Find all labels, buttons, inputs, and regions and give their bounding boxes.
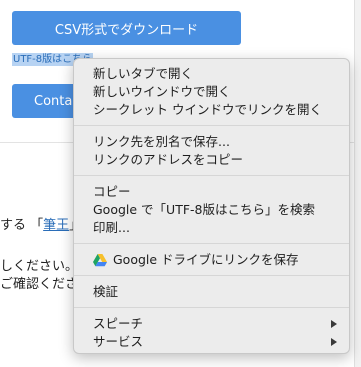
menu-print-label: 印刷...: [93, 220, 130, 235]
body-line-2: しください。: [0, 259, 79, 274]
context-menu: 新しいタブで開く 新しいウインドウで開く シークレット ウインドウでリンクを開く…: [73, 58, 350, 354]
submenu-arrow-icon: [331, 320, 337, 328]
submenu-arrow-icon: [331, 338, 337, 346]
body-line-1-prefix: する 「: [0, 218, 44, 233]
menu-save-link-as-label: リンク先を別名で保存...: [93, 134, 230, 149]
menu-copy[interactable]: コピー: [74, 183, 349, 201]
menu-open-new-tab-label: 新しいタブで開く: [93, 66, 194, 81]
menu-copy-link-address[interactable]: リンクのアドレスをコピー: [74, 151, 349, 169]
menu-save-to-drive-label: Google ドライブにリンクを保存: [113, 252, 299, 267]
menu-open-new-window-label: 新しいウインドウで開く: [93, 84, 231, 99]
menu-separator: [74, 125, 349, 126]
menu-open-new-window[interactable]: 新しいウインドウで開く: [74, 83, 349, 101]
menu-open-new-tab[interactable]: 新しいタブで開く: [74, 65, 349, 83]
menu-open-incognito-label: シークレット ウインドウでリンクを開く: [93, 102, 322, 117]
menu-inspect-label: 検証: [93, 284, 119, 299]
body-line-1: する 「筆王」: [0, 214, 82, 233]
menu-separator: [74, 307, 349, 308]
csv-download-button[interactable]: CSV形式でダウンロード: [12, 11, 241, 45]
menu-services-label: サービス: [93, 334, 144, 349]
scrollbar-track[interactable]: [354, 0, 361, 367]
fudeoh-link[interactable]: 筆王: [43, 218, 69, 233]
menu-speech[interactable]: スピーチ: [74, 315, 349, 333]
menu-open-incognito[interactable]: シークレット ウインドウでリンクを開く: [74, 101, 349, 119]
menu-print[interactable]: 印刷...: [74, 219, 349, 237]
menu-search-google-label: Google で「UTF-8版はこちら」を検索: [93, 202, 315, 217]
body-line-3: ご確認くださ: [0, 277, 79, 292]
menu-services[interactable]: サービス: [74, 333, 349, 351]
menu-copy-link-address-label: リンクのアドレスをコピー: [93, 152, 244, 167]
menu-speech-label: スピーチ: [93, 316, 144, 331]
menu-search-google[interactable]: Google で「UTF-8版はこちら」を検索: [74, 201, 349, 219]
menu-copy-label: コピー: [93, 184, 131, 199]
menu-separator: [74, 243, 349, 244]
menu-save-to-drive[interactable]: Google ドライブにリンクを保存: [74, 251, 349, 269]
menu-separator: [74, 275, 349, 276]
menu-inspect[interactable]: 検証: [74, 283, 349, 301]
menu-separator: [74, 175, 349, 176]
menu-save-link-as[interactable]: リンク先を別名で保存...: [74, 133, 349, 151]
google-drive-icon: [93, 253, 107, 266]
